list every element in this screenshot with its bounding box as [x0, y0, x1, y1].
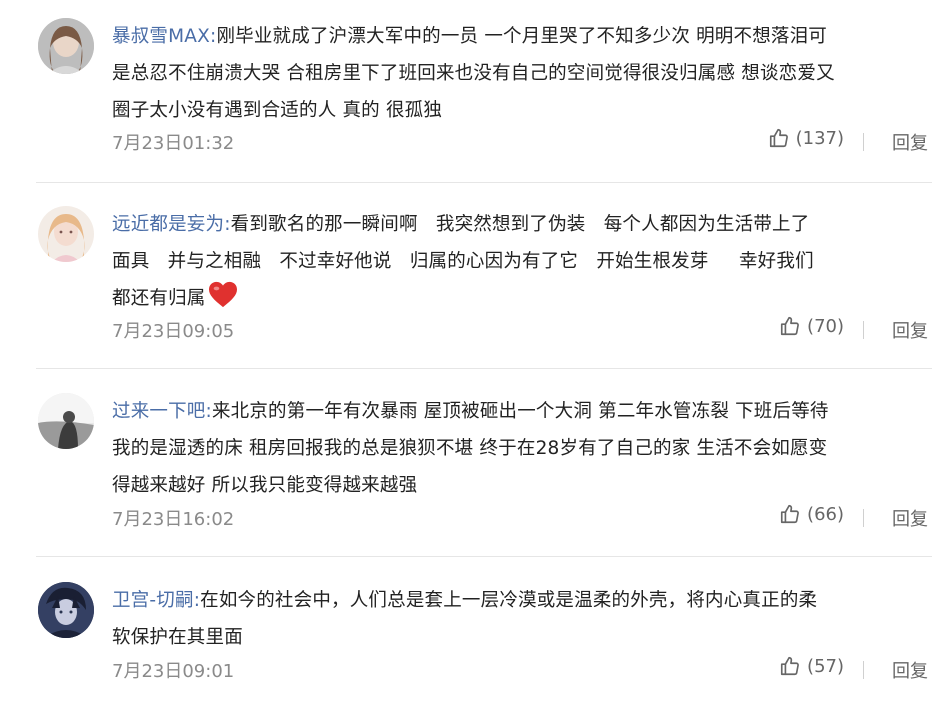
meta-divider — [863, 509, 864, 527]
comment-text-line: 刚毕业就成了沪漂大军中的一员 一个月里哭了不知多少次 明明不想落泪可 — [216, 26, 828, 47]
comment-meta: 7月23日16:02 (66) 回复 — [112, 503, 932, 533]
comment-divider — [36, 556, 932, 557]
username-link[interactable]: 远近都是妄为 — [112, 214, 224, 235]
like-button[interactable]: (70) — [779, 315, 844, 337]
comment-meta: 7月23日09:05 (70) 回复 — [112, 315, 932, 345]
comment-text-line: 得越来越好 所以我只能变得越来越强 — [112, 475, 418, 496]
comment-text-line: 看到歌名的那一瞬间啊 我突然想到了伪装 每个人都因为生活带上了 — [230, 214, 810, 235]
like-count: (137) — [795, 127, 844, 149]
user-avatar[interactable] — [38, 393, 94, 449]
user-avatar[interactable] — [38, 582, 94, 638]
comment-text-line: 在如今的社会中，人们总是套上一层冷漠或是温柔的外壳，将内心真正的柔 — [200, 590, 818, 611]
comment-timestamp: 7月23日09:01 — [112, 661, 235, 682]
reply-button[interactable]: 回复 — [892, 129, 928, 155]
thumbs-up-icon — [780, 316, 799, 336]
comment-text-line: 都还有归属 — [112, 288, 206, 309]
like-button[interactable]: (57) — [779, 655, 844, 677]
reply-button[interactable]: 回复 — [892, 505, 928, 531]
comment-meta: 7月23日09:01 (57) 回复 — [112, 655, 932, 685]
comment-text-line: 来北京的第一年有次暴雨 屋顶被砸出一个大洞 第二年水管冻裂 下班后等待 — [211, 401, 829, 422]
comment-body: 过来一下吧:来北京的第一年有次暴雨 屋顶被砸出一个大洞 第二年水管冻裂 下班后等… — [112, 393, 932, 504]
comment-timestamp: 7月23日09:05 — [112, 321, 235, 342]
comment-text-line: 软保护在其里面 — [112, 627, 243, 648]
like-count: (70) — [807, 315, 844, 337]
user-avatar[interactable] — [38, 18, 94, 74]
meta-divider — [863, 321, 864, 339]
username-link[interactable]: 暴叔雪MAX — [112, 26, 210, 47]
reply-button[interactable]: 回复 — [892, 317, 928, 343]
like-button[interactable]: (66) — [779, 503, 844, 525]
comment-text-line: 圈子太小没有遇到合适的人 真的 很孤独 — [112, 100, 443, 121]
comment-body: 远近都是妄为:看到歌名的那一瞬间啊 我突然想到了伪装 每个人都因为生活带上了 面… — [112, 206, 932, 322]
comment-body: 卫宫-切嗣:在如今的社会中，人们总是套上一层冷漠或是温柔的外壳，将内心真正的柔 … — [112, 582, 932, 656]
like-count: (66) — [807, 503, 844, 525]
meta-divider — [863, 661, 864, 679]
username-link[interactable]: 过来一下吧 — [112, 401, 206, 422]
comment-meta: 7月23日01:32 (137) 回复 — [112, 127, 932, 157]
username-link[interactable]: 卫宫-切嗣 — [112, 590, 194, 611]
comment-divider — [36, 182, 932, 183]
comment-text-line: 我的是湿透的床 租房回报我的总是狼狈不堪 终于在28岁有了自己的家 生活不会如愿… — [112, 438, 828, 459]
thumbs-up-icon — [769, 128, 788, 148]
comment-timestamp: 7月23日16:02 — [112, 509, 235, 530]
like-count: (57) — [807, 655, 844, 677]
comment-text-line: 面具 并与之相融 不过幸好他说 归属的心因为有了它 开始生根发芽 幸好我们 — [112, 251, 814, 272]
meta-divider — [863, 133, 864, 151]
like-button[interactable]: (137) — [768, 127, 844, 149]
comment-list: 暴叔雪MAX:刚毕业就成了沪漂大军中的一员 一个月里哭了不知多少次 明明不想落泪… — [0, 0, 952, 706]
comment-text-line: 是总忍不住崩溃大哭 合租房里下了班回来也没有自己的空间觉得很没归属感 想谈恋爱又 — [112, 63, 835, 84]
comment-body: 暴叔雪MAX:刚毕业就成了沪漂大军中的一员 一个月里哭了不知多少次 明明不想落泪… — [112, 18, 932, 129]
comment-timestamp: 7月23日01:32 — [112, 133, 235, 154]
thumbs-up-icon — [780, 504, 799, 524]
thumbs-up-icon — [780, 656, 799, 676]
comment-divider — [36, 368, 932, 369]
reply-button[interactable]: 回复 — [892, 657, 928, 683]
user-avatar[interactable] — [38, 206, 94, 262]
